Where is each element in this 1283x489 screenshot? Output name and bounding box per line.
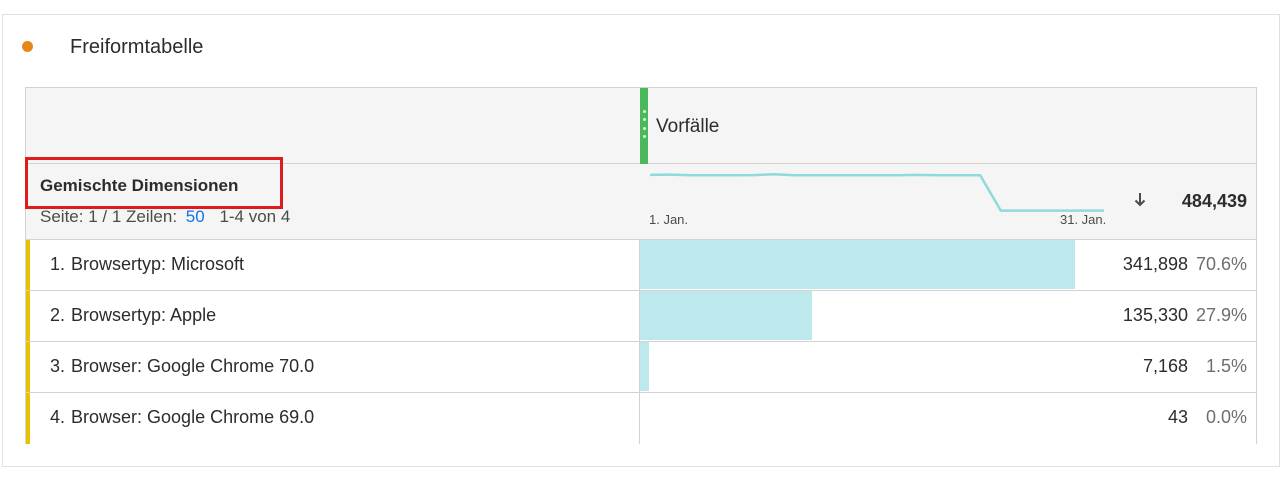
row-number: 4. [50,407,66,427]
row-percent: 1.5% [1205,356,1247,376]
share-bar [640,240,1075,289]
table-header-row: Vorfälle [26,88,1256,164]
row-dimension-item[interactable]: Browser: Google Chrome 70.0 [71,356,314,376]
row-value: 135,330 [1122,305,1188,325]
table-row[interactable]: 3. Browser: Google Chrome 70.0 7,168 1.5% [26,342,1256,393]
row-label[interactable]: 3. Browser: Google Chrome 70.0 [50,356,314,377]
row-percent: 27.9% [1195,305,1247,325]
row-accent [26,393,30,444]
row-accent [26,240,30,290]
panel-title[interactable]: Freiformtabelle [70,36,203,59]
row-number: 2. [50,305,66,325]
page-indicator: Seite: 1 / 1 [40,207,122,226]
row-label[interactable]: 1. Browsertyp: Microsoft [50,254,244,275]
row-number: 3. [50,356,66,376]
table-row[interactable]: 4. Browser: Google Chrome 69.0 43 0.0% [26,393,1256,444]
rows-label: Zeilen: [126,207,178,226]
pagination: Seite: 1 / 1 Zeilen: 50 1-4 von 4 [40,207,290,227]
table-row[interactable]: 1. Browsertyp: Microsoft 341,898 70.6% [26,240,1256,291]
column-divider [639,393,640,444]
row-label[interactable]: 2. Browsertyp: Apple [50,305,216,326]
dimension-title[interactable]: Gemischte Dimensionen [40,176,238,196]
freeform-table: Vorfälle Gemischte Dimensionen Seite: 1 … [25,87,1257,444]
trend-sparkline[interactable] [648,170,1108,216]
trend-end-label: 31. Jan. [1060,212,1107,227]
row-dimension-item[interactable]: Browsertyp: Apple [71,305,216,325]
row-accent [26,342,30,392]
metric-column-header[interactable]: Vorfälle [640,88,1256,164]
row-percent: 70.6% [1195,254,1247,274]
metric-name[interactable]: Vorfälle [656,116,719,138]
row-range: 1-4 von 4 [219,207,291,226]
row-accent [26,291,30,341]
metric-total: 484,439 [1181,191,1247,211]
row-value: 341,898 [1122,254,1188,274]
arrow-down-icon[interactable] [1134,192,1146,208]
status-dot-icon [22,41,33,52]
trend-start-label: 1. Jan. [649,212,689,227]
row-value: 7,168 [1142,356,1188,376]
row-dimension-item[interactable]: Browsertyp: Microsoft [71,254,244,274]
row-percent: 0.0% [1205,407,1247,427]
row-label[interactable]: 4. Browser: Google Chrome 69.0 [50,407,314,428]
trend-line [649,173,1104,212]
row-number: 1. [50,254,66,274]
rows-per-page-link[interactable]: 50 [186,207,205,226]
table-row[interactable]: 2. Browsertyp: Apple 135,330 27.9% [26,291,1256,342]
share-bar [640,291,812,340]
drag-handle-icon[interactable] [640,88,648,164]
row-value: 43 [1167,407,1188,427]
dimension-header-row: Gemischte Dimensionen Seite: 1 / 1 Zeile… [25,157,1256,240]
share-bar [640,342,649,391]
row-dimension-item[interactable]: Browser: Google Chrome 69.0 [71,407,314,427]
